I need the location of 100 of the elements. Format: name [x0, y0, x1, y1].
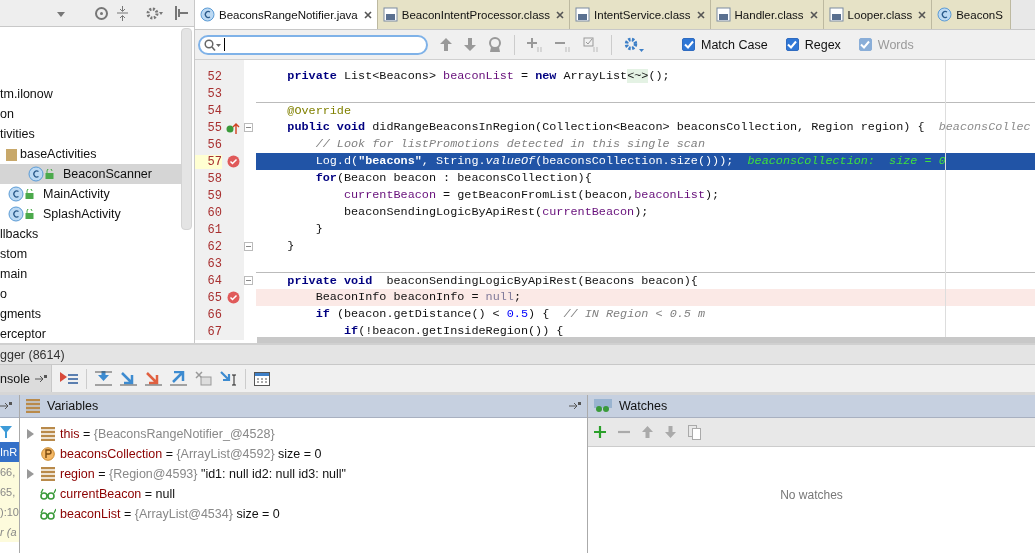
close-icon[interactable]	[556, 10, 565, 19]
stack-frame[interactable]: InR	[0, 442, 19, 462]
tree-item[interactable]: BeaconScanner	[0, 164, 181, 184]
up-arrow-icon[interactable]	[642, 426, 653, 438]
stack-frame[interactable]: ):10	[0, 502, 19, 522]
tree-item[interactable]: on	[0, 104, 181, 124]
folder-icon	[6, 147, 17, 161]
show-execution-point-icon[interactable]	[59, 371, 78, 386]
target-icon[interactable]	[95, 7, 108, 20]
filter-icon[interactable]	[0, 426, 12, 438]
close-icon[interactable]	[809, 10, 818, 19]
editor-tab[interactable]: IntentService.class	[570, 0, 711, 29]
drop-frame-icon[interactable]	[194, 371, 212, 386]
pin-icon[interactable]	[0, 402, 12, 410]
tree-item[interactable]: llbacks	[0, 224, 181, 244]
line-number: 54	[206, 103, 222, 118]
tree-item-label: BeaconScanner	[63, 167, 152, 181]
evaluate-expression-icon[interactable]	[253, 371, 270, 386]
pin-icon[interactable]	[175, 6, 188, 20]
tree-item[interactable]: SplashActivity	[0, 204, 181, 224]
expand-arrow-icon[interactable]	[26, 469, 34, 479]
editor-tab[interactable]: BeaconIntentProcessor.class	[377, 0, 571, 29]
tree-item[interactable]: MainActivity	[0, 184, 181, 204]
line-number: 59	[206, 188, 222, 203]
stack-frame[interactable]: 65,	[0, 482, 19, 502]
line-number: 57	[195, 154, 222, 169]
close-icon[interactable]	[363, 10, 372, 19]
option-label: Words	[877, 37, 914, 52]
console-tab[interactable]: nsole	[0, 365, 52, 392]
tree-item[interactable]: stom	[0, 244, 181, 264]
down-arrow-icon[interactable]	[665, 426, 676, 438]
scrollbar[interactable]	[257, 337, 1035, 343]
class-icon	[200, 7, 215, 22]
down-arrow-icon[interactable]	[464, 38, 476, 51]
pin-icon[interactable]	[34, 374, 47, 383]
field-icon	[41, 427, 55, 441]
lock-icon	[25, 209, 34, 219]
field-icon	[41, 467, 55, 481]
add-occurrence-icon[interactable]	[527, 37, 543, 52]
step-out-icon[interactable]	[169, 371, 187, 386]
search-icon	[204, 38, 222, 51]
variable-text: currentBeacon = null	[60, 487, 176, 501]
tree-item[interactable]: baseActivities	[0, 144, 181, 164]
collapse-icon[interactable]	[117, 6, 128, 21]
copy-icon[interactable]	[688, 424, 701, 440]
tree-item-label: tivities	[0, 127, 35, 141]
tree-item-label: baseActivities	[20, 147, 97, 161]
force-step-into-icon[interactable]	[144, 371, 162, 386]
line-number: 58	[206, 171, 222, 186]
tree-item[interactable]: tm.ilonow	[0, 84, 181, 104]
expand-arrow-icon[interactable]	[26, 429, 34, 439]
find-occurrences-icon[interactable]	[488, 37, 502, 52]
variable-text: region = {Region@4593} "id1: null id2: null id3: null"	[60, 467, 347, 481]
fold-icon[interactable]	[244, 123, 253, 132]
line-number: 52	[206, 69, 222, 84]
pin-icon[interactable]	[569, 402, 581, 410]
tree-item[interactable]: gments	[0, 304, 181, 324]
glasses-icon	[40, 488, 56, 500]
editor-tab[interactable]: BeaconsRangeNotifier.java	[195, 0, 378, 29]
empty-state-text: No watches	[780, 488, 843, 502]
up-arrow-icon[interactable]	[440, 38, 452, 51]
line-number: 66	[206, 307, 222, 322]
close-icon[interactable]	[696, 10, 705, 19]
step-into-icon[interactable]	[119, 371, 137, 386]
fold-icon[interactable]	[244, 242, 253, 251]
line-number: 56	[206, 137, 222, 152]
fold-icon[interactable]	[244, 276, 253, 285]
tree-item[interactable]: erceptor	[0, 324, 181, 343]
stack-frame[interactable]: r (a	[0, 522, 19, 542]
run-to-cursor-icon[interactable]	[219, 371, 237, 386]
line-number: 55	[206, 120, 222, 135]
add-icon[interactable]	[594, 426, 606, 438]
close-icon[interactable]	[918, 10, 927, 19]
tree-item[interactable]: tivities	[0, 124, 181, 144]
tree-item-label: gments	[0, 307, 41, 321]
editor-tab[interactable]: Handler.class	[710, 0, 824, 29]
option-label: Match Case	[701, 37, 768, 52]
variable-text: beaconList = {ArrayList@4534} size = 0	[60, 507, 280, 521]
tree-item[interactable]: o	[0, 284, 181, 304]
settings-icon[interactable]	[624, 36, 644, 53]
scrollbar[interactable]	[181, 28, 192, 230]
stack-frame[interactable]: 66,	[0, 462, 19, 482]
search-field[interactable]	[198, 34, 428, 55]
select-all-icon[interactable]	[583, 37, 599, 52]
option-checkbox[interactable]: Regex	[785, 37, 841, 52]
editor-tab[interactable]: Looper.class	[823, 0, 933, 29]
checkbox[interactable]	[682, 38, 695, 51]
step-over-icon[interactable]	[94, 371, 112, 386]
override-icon[interactable]	[226, 121, 240, 134]
option-checkbox[interactable]: Match Case	[682, 37, 768, 52]
panel-title: Variables	[47, 399, 99, 413]
code-text: // Look for listPromotions detected in this single scan	[314, 137, 705, 151]
dropdown-caret-icon[interactable]	[57, 12, 65, 17]
code-text: }	[314, 222, 323, 236]
settings-icon[interactable]	[146, 7, 163, 20]
tree-item[interactable]: main	[0, 264, 181, 284]
breakpoint-icon[interactable]	[226, 155, 240, 168]
checkbox[interactable]	[785, 38, 799, 51]
editor-tab[interactable]: BeaconS	[932, 0, 1011, 29]
breakpoint-icon[interactable]	[226, 291, 240, 304]
